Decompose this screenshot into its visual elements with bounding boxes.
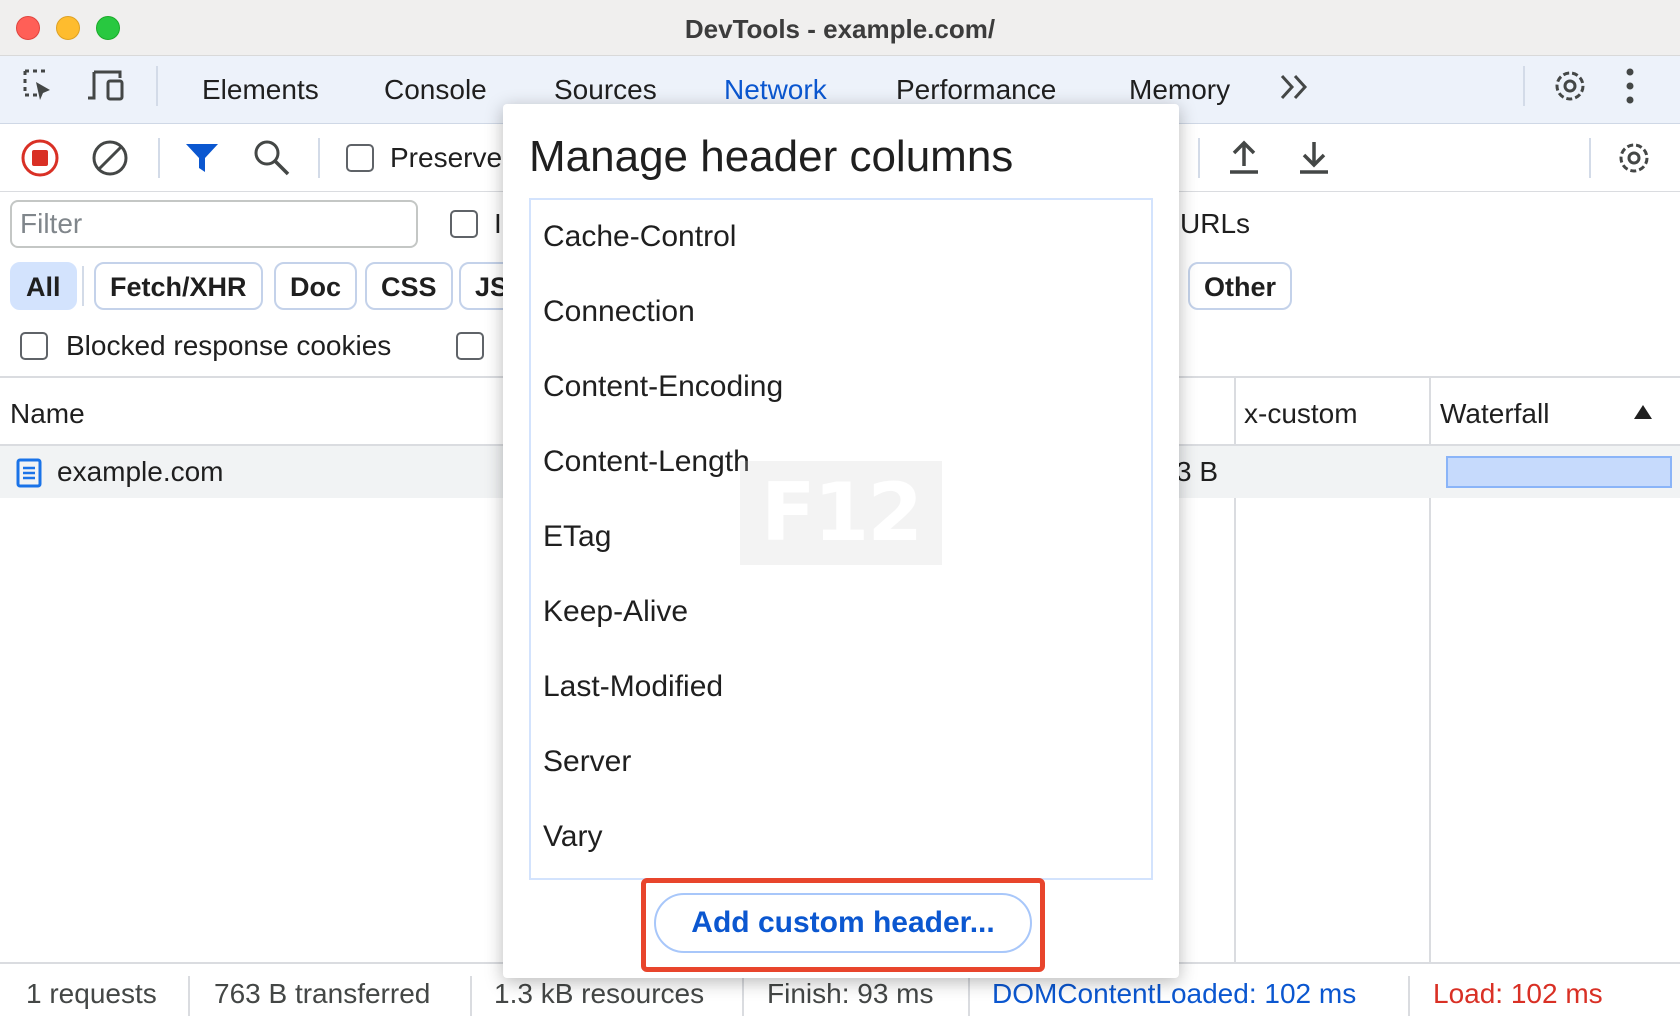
header-item-last-modified[interactable]: Last-Modified <box>543 670 723 704</box>
chip-css[interactable]: CSS <box>365 262 453 310</box>
status-resources: 1.3 kB resources <box>494 978 705 1009</box>
tab-elements[interactable]: Elements <box>202 74 319 106</box>
filter-icon[interactable] <box>184 140 220 176</box>
tab-sources[interactable]: Sources <box>554 74 657 106</box>
window-title: DevTools - example.com/ <box>684 14 996 44</box>
search-icon[interactable] <box>252 138 292 178</box>
blocked-requests-checkbox[interactable] <box>456 332 484 360</box>
filter-input[interactable] <box>10 200 418 248</box>
tab-network[interactable]: Network <box>724 74 827 106</box>
preserve-log-checkbox[interactable] <box>346 144 374 172</box>
record-icon[interactable] <box>20 138 60 178</box>
column-waterfall-header[interactable]: Waterfall <box>1440 398 1549 430</box>
network-settings-icon[interactable] <box>1614 138 1654 178</box>
toolbar-separator <box>1198 138 1200 178</box>
add-custom-header-button[interactable]: Add custom header... <box>654 893 1032 953</box>
toolbar-separator <box>1589 138 1591 178</box>
row-size: 3 B <box>1176 456 1219 487</box>
window-title-bar: DevTools - example.com/ <box>0 0 1680 56</box>
sort-ascending-icon <box>1634 405 1652 419</box>
clear-icon[interactable] <box>90 138 130 178</box>
inspect-icon[interactable] <box>22 68 58 104</box>
download-icon[interactable] <box>1296 138 1332 178</box>
status-separator <box>742 976 744 1016</box>
waterfall-bar <box>1446 456 1672 488</box>
status-separator <box>188 976 190 1016</box>
more-options-icon[interactable] <box>1624 66 1636 106</box>
manage-header-columns-dialog: Manage header columns Cache-Control Conn… <box>503 104 1179 978</box>
chip-doc[interactable]: Doc <box>274 262 358 310</box>
column-x-custom-header[interactable]: x-custom <box>1244 398 1358 430</box>
status-finish: Finish: 93 ms <box>767 978 934 1009</box>
tabbar-separator <box>156 66 158 106</box>
header-item-content-encoding[interactable]: Content-Encoding <box>543 370 783 404</box>
device-toolbar-icon[interactable] <box>86 68 126 104</box>
toolbar-separator <box>318 138 320 178</box>
status-separator <box>968 976 970 1016</box>
tab-performance[interactable]: Performance <box>896 74 1056 106</box>
tabbar-separator <box>1523 66 1525 106</box>
settings-icon[interactable] <box>1550 66 1590 106</box>
status-dom-content-loaded: DOMContentLoaded: 102 ms <box>992 978 1357 1009</box>
status-load: Load: 102 ms <box>1433 978 1603 1009</box>
header-item-keep-alive[interactable]: Keep-Alive <box>543 595 688 629</box>
header-item-connection[interactable]: Connection <box>543 295 695 329</box>
chip-other[interactable]: Other <box>1188 262 1293 310</box>
more-tabs-icon[interactable] <box>1278 72 1312 102</box>
invert-checkbox[interactable] <box>450 210 478 238</box>
header-item-etag[interactable]: ETag <box>543 520 611 554</box>
chip-all[interactable]: All <box>10 262 77 310</box>
toolbar-separator <box>158 138 160 178</box>
watermark: F12 <box>740 461 942 565</box>
status-separator <box>1408 976 1410 1016</box>
tab-console[interactable]: Console <box>384 74 487 106</box>
preserve-log-label: Preserve <box>390 142 503 173</box>
blocked-cookies-checkbox[interactable] <box>20 332 48 360</box>
status-separator <box>470 976 472 1016</box>
chip-separator <box>82 266 84 306</box>
document-icon <box>16 458 42 488</box>
dialog-title: Manage header columns <box>529 132 1014 181</box>
status-requests: 1 requests <box>26 978 157 1009</box>
header-item-server[interactable]: Server <box>543 745 631 779</box>
invert-label: I <box>494 208 502 239</box>
status-transferred: 763 B transferred <box>214 978 431 1009</box>
row-name[interactable]: example.com <box>57 456 224 488</box>
chip-fetch-xhr[interactable]: Fetch/XHR <box>94 262 263 310</box>
header-item-vary[interactable]: Vary <box>543 820 602 854</box>
blocked-cookies-label: Blocked response cookies <box>66 330 392 361</box>
header-item-content-length[interactable]: Content-Length <box>543 445 750 479</box>
header-item-cache-control[interactable]: Cache-Control <box>543 220 736 254</box>
more-filters-urls-label: URLs <box>1180 208 1251 239</box>
upload-icon[interactable] <box>1226 138 1262 178</box>
tab-memory[interactable]: Memory <box>1129 74 1230 106</box>
column-name-header[interactable]: Name <box>10 398 85 430</box>
